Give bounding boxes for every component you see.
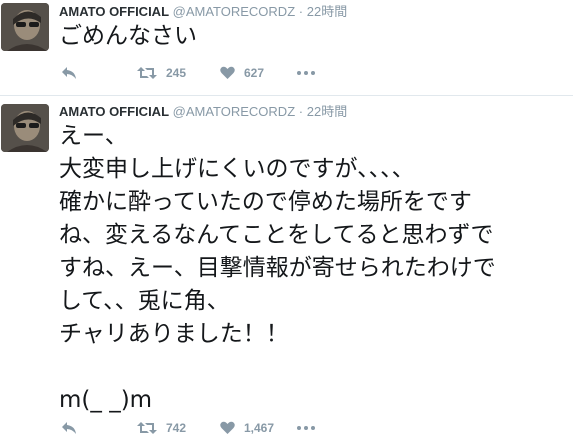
reply-button[interactable] <box>61 418 77 438</box>
like-button[interactable]: 627 <box>220 63 264 83</box>
tweet[interactable]: AMATO OFFICIAL @AMATORECORDZ · 22時間 ごめんな… <box>0 0 573 96</box>
reply-icon <box>61 421 77 435</box>
more-icon <box>297 426 315 430</box>
separator-dot: · <box>298 4 304 19</box>
more-button[interactable] <box>297 418 315 438</box>
avatar[interactable] <box>1 104 49 152</box>
heart-icon <box>220 66 235 80</box>
retweet-icon <box>137 421 157 435</box>
tweet[interactable]: AMATO OFFICIAL @AMATORECORDZ · 22時間 えー、 … <box>0 96 573 440</box>
like-count: 627 <box>244 66 265 80</box>
like-button[interactable]: 1,467 <box>220 418 274 438</box>
separator-dot: · <box>298 104 304 119</box>
retweet-button[interactable]: 742 <box>137 418 186 438</box>
heart-icon <box>220 421 235 435</box>
author-name[interactable]: AMATO OFFICIAL <box>59 4 169 19</box>
reply-icon <box>61 66 77 80</box>
author-name[interactable]: AMATO OFFICIAL <box>59 104 169 119</box>
avatar[interactable] <box>1 3 49 51</box>
tweet-actions: 245 627 <box>59 63 359 83</box>
tweet-text: えー、 大変申し上げにくいのですが、、、、 確かに酔っていたので停めた場所をです… <box>59 123 496 413</box>
more-icon <box>297 71 315 75</box>
tweet-header: AMATO OFFICIAL @AMATORECORDZ · 22時間 <box>59 104 347 120</box>
retweet-count: 742 <box>166 421 187 435</box>
author-handle[interactable]: @AMATORECORDZ <box>173 4 296 19</box>
reply-button[interactable] <box>61 63 77 83</box>
tweet-text: ごめんなさい <box>59 23 197 49</box>
tweet-header: AMATO OFFICIAL @AMATORECORDZ · 22時間 <box>59 4 347 20</box>
author-handle[interactable]: @AMATORECORDZ <box>173 104 296 119</box>
retweet-icon <box>137 66 157 80</box>
retweet-count: 245 <box>166 66 187 80</box>
like-count: 1,467 <box>244 421 275 435</box>
retweet-button[interactable]: 245 <box>137 63 186 83</box>
timestamp[interactable]: 22時間 <box>307 104 347 119</box>
timestamp[interactable]: 22時間 <box>307 4 347 19</box>
more-button[interactable] <box>297 63 315 83</box>
tweet-actions: 742 1,467 <box>59 418 359 438</box>
